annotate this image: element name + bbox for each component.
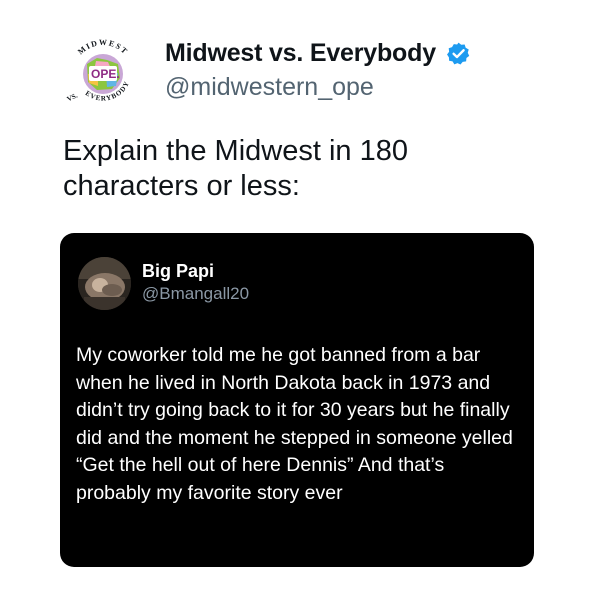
author-handle[interactable]: @midwestern_ope — [165, 73, 374, 102]
verified-badge-icon — [446, 41, 471, 66]
tweet-text: Explain the Midwest in 180 characters or… — [63, 135, 408, 202]
quoted-tweet-text: My coworker told me he got banned from a… — [76, 344, 513, 504]
quoted-author-name[interactable]: Big Papi — [142, 261, 214, 282]
author-display-name[interactable]: Midwest vs. Everybody — [165, 39, 436, 68]
quoted-author-handle[interactable]: @Bmangall20 — [142, 284, 249, 304]
logo-center-text: OPE. — [91, 67, 120, 81]
quoted-tweet-card[interactable]: Big Papi @Bmangall20 My coworker told me… — [60, 233, 534, 567]
tweet-header: OPE. MIDWEST EVERYBODY VS. Midwest vs. E… — [63, 26, 583, 122]
author-name-row: Midwest vs. Everybody — [165, 36, 471, 70]
profile-photo-icon[interactable] — [78, 257, 131, 310]
midwest-logo-icon[interactable]: OPE. MIDWEST EVERYBODY VS. — [63, 34, 143, 114]
